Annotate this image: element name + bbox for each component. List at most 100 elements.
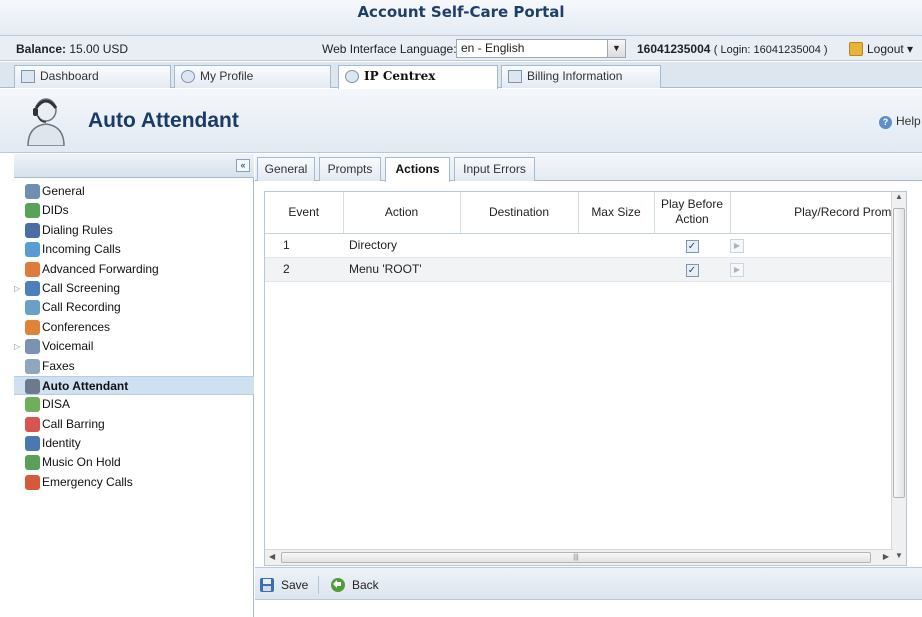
attendant-icon xyxy=(25,378,40,394)
sidebar-item-conferences[interactable]: Conferences xyxy=(14,318,254,337)
conference-icon xyxy=(25,319,40,335)
column-header[interactable]: Destination xyxy=(460,192,579,234)
scroll-up-icon[interactable]: ▲ xyxy=(892,192,906,206)
sidebar-item-label: Call Recording xyxy=(42,300,121,315)
tab-label: Dashboard xyxy=(40,69,99,83)
scroll-left-icon[interactable]: ◀ xyxy=(269,552,275,561)
expand-icon[interactable]: ▷ xyxy=(14,279,20,298)
sidebar-item-label: Dialing Rules xyxy=(42,222,113,237)
status-bar: Balance: 15.00 USD Web Interface Languag… xyxy=(0,36,922,61)
back-button[interactable]: Back xyxy=(330,576,379,594)
dashboard-icon xyxy=(21,70,35,83)
play-before-checkbox[interactable]: ✓ xyxy=(685,239,699,253)
sidebar-nav: General DIDs Dialing Rules Incoming Calls Ad… xyxy=(14,182,254,492)
column-header[interactable]: Event xyxy=(265,192,344,234)
expand-icon[interactable]: ▷ xyxy=(14,337,20,356)
sidebar-item-dids[interactable]: DIDs xyxy=(14,201,254,220)
barring-icon xyxy=(25,416,40,432)
column-header[interactable]: Max Size xyxy=(578,192,655,234)
back-label: Back xyxy=(352,578,379,592)
sidebar-item-faxes[interactable]: Faxes xyxy=(14,357,254,376)
horizontal-scrollbar[interactable]: ◀ ||| ▶ xyxy=(265,549,893,565)
back-arrow-icon xyxy=(331,578,345,592)
balance-value: 15.00 USD xyxy=(69,42,129,56)
tab-label: Billing Information xyxy=(527,69,623,83)
tab-prompts[interactable]: Prompts xyxy=(319,157,381,181)
table-header-row: Event Action Destination Max Size Play B… xyxy=(265,192,906,234)
cell-event: 2 xyxy=(265,257,343,282)
sidebar-item-general[interactable]: General xyxy=(14,182,254,201)
document-icon xyxy=(508,70,522,83)
tab-general[interactable]: General xyxy=(257,157,315,181)
collapse-sidebar-icon[interactable]: « xyxy=(236,159,250,172)
network-icon xyxy=(25,203,40,219)
sidebar-item-call-screening[interactable]: ▷ Call Screening xyxy=(14,279,254,298)
sidebar-item-voicemail[interactable]: ▷ Voicemail xyxy=(14,337,254,356)
lock-icon xyxy=(849,42,863,56)
cell-play-before: ✓ xyxy=(654,257,730,282)
sidebar-item-label: Call Screening xyxy=(42,280,121,295)
save-icon xyxy=(260,578,274,592)
play-icon[interactable]: ▶ xyxy=(730,239,744,253)
balance-label: Balance: xyxy=(16,42,67,56)
tab-ip-centrex[interactable]: IP Centrex xyxy=(338,65,498,89)
sidebar-item-label: Emergency Calls xyxy=(42,474,133,489)
cell-max-size xyxy=(578,233,654,258)
balance: Balance: 15.00 USD xyxy=(16,42,128,56)
table-row[interactable]: 1 Directory ✓ ▶ xyxy=(265,233,906,258)
table-row[interactable]: 2 Menu 'ROOT' ✓ ▶ xyxy=(265,257,906,282)
account-info: 16041235004 ( Login: 16041235004 ) xyxy=(637,42,828,56)
sidebar-item-label: Voicemail xyxy=(42,339,94,354)
save-button[interactable]: Save xyxy=(259,576,308,594)
account-number: 16041235004 xyxy=(637,42,711,56)
play-icon[interactable]: ▶ xyxy=(730,263,744,277)
chevron-down-icon[interactable]: ▼ xyxy=(607,40,625,57)
disa-icon xyxy=(25,397,40,413)
sidebar-item-emergency-calls[interactable]: Emergency Calls xyxy=(14,473,254,492)
tab-my-profile[interactable]: My Profile xyxy=(174,65,331,88)
language-select[interactable]: en - English ▼ xyxy=(456,39,626,58)
sidebar-item-dialing-rules[interactable]: Dialing Rules xyxy=(14,221,254,240)
tab-dashboard[interactable]: Dashboard xyxy=(14,65,171,88)
sidebar-item-label: Conferences xyxy=(42,319,111,334)
language-label: Web Interface Language: xyxy=(322,42,457,56)
sidebar-item-auto-attendant[interactable]: Auto Attendant xyxy=(14,375,254,396)
column-header[interactable]: Play/Record Prompt xyxy=(730,192,906,234)
sidebar-item-music-on-hold[interactable]: Music On Hold xyxy=(14,453,254,472)
tab-input-errors[interactable]: Input Errors xyxy=(454,157,535,181)
screening-icon xyxy=(25,280,40,296)
sidebar-item-label: DISA xyxy=(42,397,71,412)
scroll-thumb[interactable] xyxy=(893,208,905,498)
gear-icon xyxy=(345,70,359,83)
fax-icon xyxy=(25,358,40,374)
sidebar-item-identity[interactable]: Identity xyxy=(14,434,254,453)
play-before-checkbox[interactable]: ✓ xyxy=(685,263,699,277)
forward-icon xyxy=(25,261,40,277)
portal-title: Account Self-Care Portal xyxy=(357,3,565,21)
scroll-right-icon[interactable]: ▶ xyxy=(883,552,889,561)
sidebar-item-label: Auto Attendant xyxy=(42,378,129,393)
column-header[interactable]: Action xyxy=(343,192,461,234)
cell-action: Menu 'ROOT' xyxy=(343,257,460,282)
help-button[interactable]: ? Help xyxy=(879,114,921,129)
profile-icon xyxy=(181,70,195,83)
column-header[interactable]: Play Before Action xyxy=(654,192,731,234)
sidebar-item-call-barring[interactable]: Call Barring xyxy=(14,415,254,434)
logout-button[interactable]: Logout ▾ xyxy=(849,40,913,58)
tab-actions[interactable]: Actions xyxy=(385,157,450,182)
hscroll-thumb[interactable]: ||| xyxy=(281,552,871,563)
gear-icon xyxy=(25,184,40,199)
cell-play-record: ▶ xyxy=(730,233,906,258)
sidebar-item-incoming-calls[interactable]: Incoming Calls xyxy=(14,240,254,259)
sidebar-item-label: Incoming Calls xyxy=(42,242,121,257)
scroll-down-icon[interactable]: ▼ xyxy=(892,551,906,565)
language-value: en - English xyxy=(461,41,525,55)
tab-billing-information[interactable]: Billing Information xyxy=(501,65,661,88)
main-content: General Prompts Actions Input Errors Eve… xyxy=(255,154,922,617)
vertical-scrollbar[interactable]: ▲ ▼ xyxy=(891,192,906,565)
logout-label: Logout xyxy=(867,42,904,56)
sidebar-item-disa[interactable]: DISA xyxy=(14,395,254,414)
sidebar-item-advanced-forwarding[interactable]: Advanced Forwarding xyxy=(14,260,254,279)
cell-event: 1 xyxy=(265,233,343,258)
sidebar-item-call-recording[interactable]: Call Recording xyxy=(14,298,254,317)
